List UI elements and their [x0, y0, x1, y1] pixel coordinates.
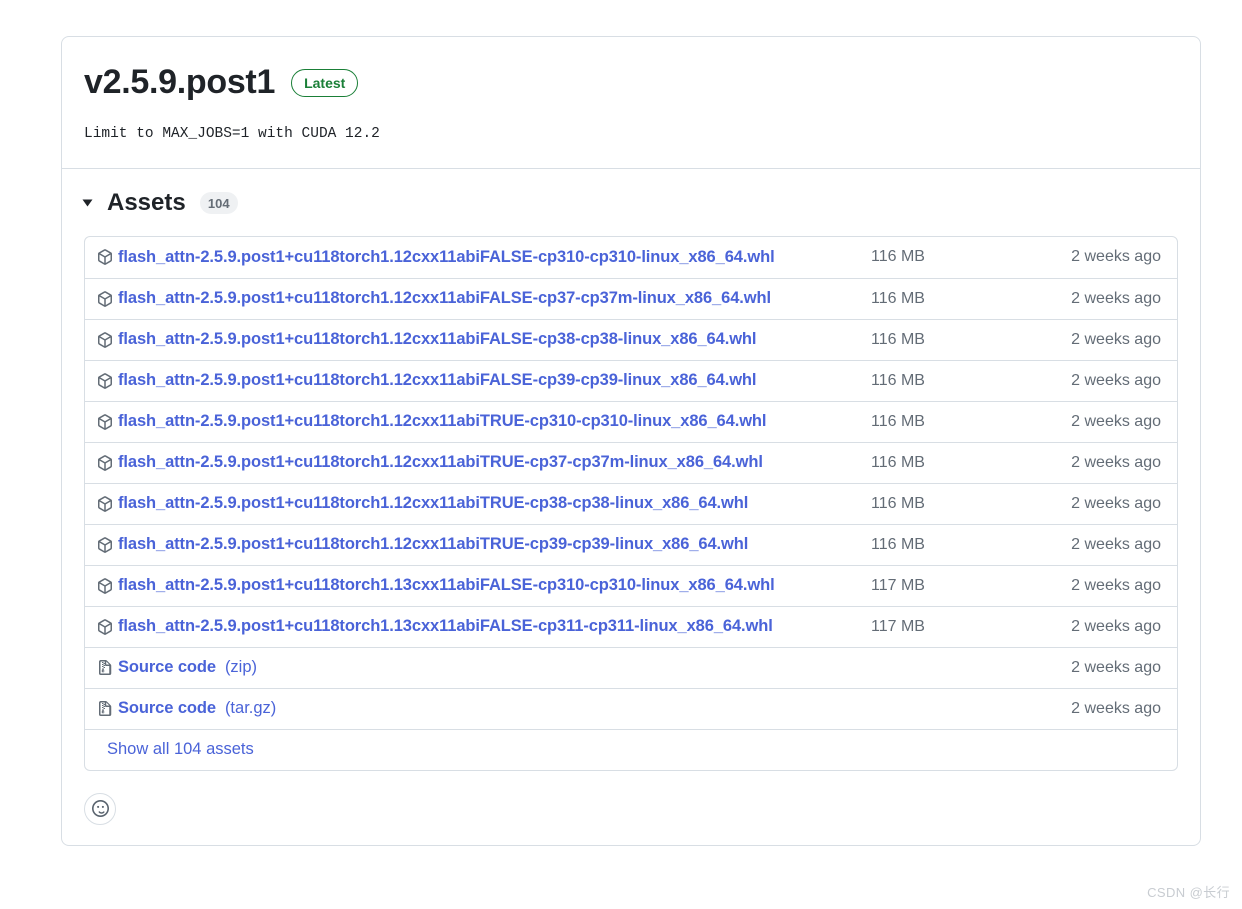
asset-size: 116 MB: [871, 248, 925, 266]
asset-name-cell: flash_attn-2.5.9.post1+cu118torch1.13cxx…: [97, 617, 871, 636]
asset-name-link[interactable]: flash_attn-2.5.9.post1+cu118torch1.12cxx…: [118, 453, 763, 472]
add-reaction-button[interactable]: [84, 792, 116, 825]
show-all-assets-row[interactable]: Show all 104 assets: [85, 728, 1177, 770]
asset-date: 2 weeks ago: [1071, 330, 1161, 348]
asset-name-cell: flash_attn-2.5.9.post1+cu118torch1.12cxx…: [97, 412, 871, 431]
asset-name-cell: flash_attn-2.5.9.post1+cu118torch1.13cxx…: [97, 576, 871, 595]
assets-title: Assets: [107, 188, 186, 216]
asset-size: 116 MB: [871, 289, 925, 307]
package-icon: [97, 372, 113, 389]
asset-size: 117 MB: [871, 617, 925, 635]
asset-name-cell: flash_attn-2.5.9.post1+cu118torch1.12cxx…: [97, 535, 871, 554]
asset-row[interactable]: flash_attn-2.5.9.post1+cu118torch1.12cxx…: [85, 441, 1177, 483]
assets-count-badge: 104: [199, 192, 238, 215]
asset-date: 2 weeks ago: [1071, 248, 1161, 266]
asset-date: 2 weeks ago: [1071, 453, 1161, 471]
asset-row[interactable]: flash_attn-2.5.9.post1+cu118torch1.12cxx…: [85, 482, 1177, 524]
package-icon: [97, 536, 113, 553]
asset-size: 116 MB: [871, 453, 925, 471]
asset-row[interactable]: Source code (tar.gz) 2 weeks ago: [85, 687, 1177, 729]
show-all-assets-link[interactable]: Show all 104 assets: [107, 740, 254, 759]
reactions-bar: [62, 792, 1200, 845]
asset-date: 2 weeks ago: [1071, 494, 1161, 512]
file-zip-icon: [97, 659, 113, 676]
asset-format-label: (zip): [224, 658, 258, 677]
asset-name-cell: Source code (zip): [97, 658, 871, 677]
package-icon: [97, 331, 113, 348]
release-title-row: v2.5.9.post1 Latest: [84, 63, 1178, 102]
package-icon: [97, 495, 113, 512]
asset-format-label: (tar.gz): [224, 699, 277, 718]
assets-section: Assets 104 flash_attn-2.5.9.post1+cu118t…: [62, 169, 1200, 793]
asset-row[interactable]: flash_attn-2.5.9.post1+cu118torch1.12cxx…: [85, 237, 1177, 278]
asset-name-link[interactable]: flash_attn-2.5.9.post1+cu118torch1.12cxx…: [118, 289, 771, 308]
asset-name-cell: flash_attn-2.5.9.post1+cu118torch1.12cxx…: [97, 494, 871, 513]
package-icon: [97, 454, 113, 471]
asset-date: 2 weeks ago: [1071, 371, 1161, 389]
asset-size: 116 MB: [871, 412, 925, 430]
asset-name-cell: flash_attn-2.5.9.post1+cu118torch1.12cxx…: [97, 330, 871, 349]
release-card: v2.5.9.post1 Latest Limit to MAX_JOBS=1 …: [61, 36, 1201, 846]
asset-row[interactable]: flash_attn-2.5.9.post1+cu118torch1.12cxx…: [85, 523, 1177, 565]
asset-name-link[interactable]: flash_attn-2.5.9.post1+cu118torch1.12cxx…: [118, 371, 757, 390]
release-title: v2.5.9.post1: [84, 63, 276, 101]
asset-name-cell: Source code (tar.gz): [97, 699, 871, 718]
package-icon: [97, 577, 113, 594]
assets-list: flash_attn-2.5.9.post1+cu118torch1.12cxx…: [84, 235, 1178, 771]
asset-size: 116 MB: [871, 535, 925, 553]
package-icon: [97, 249, 113, 265]
asset-date: 2 weeks ago: [1071, 699, 1161, 717]
asset-name-cell: flash_attn-2.5.9.post1+cu118torch1.12cxx…: [97, 289, 871, 308]
asset-row[interactable]: flash_attn-2.5.9.post1+cu118torch1.12cxx…: [85, 400, 1177, 442]
asset-date: 2 weeks ago: [1071, 412, 1161, 430]
asset-name-link[interactable]: flash_attn-2.5.9.post1+cu118torch1.12cxx…: [118, 330, 757, 349]
asset-name-cell: flash_attn-2.5.9.post1+cu118torch1.12cxx…: [97, 248, 871, 267]
asset-size: 116 MB: [871, 330, 925, 348]
asset-row[interactable]: flash_attn-2.5.9.post1+cu118torch1.12cxx…: [85, 318, 1177, 360]
asset-size: 116 MB: [871, 494, 925, 512]
asset-name-link[interactable]: flash_attn-2.5.9.post1+cu118torch1.12cxx…: [118, 412, 766, 431]
latest-badge: Latest: [291, 68, 359, 97]
asset-row[interactable]: flash_attn-2.5.9.post1+cu118torch1.13cxx…: [85, 564, 1177, 606]
asset-name-link[interactable]: flash_attn-2.5.9.post1+cu118torch1.12cxx…: [118, 494, 748, 513]
asset-name-link[interactable]: flash_attn-2.5.9.post1+cu118torch1.12cxx…: [118, 248, 775, 267]
asset-date: 2 weeks ago: [1071, 617, 1161, 635]
asset-name-cell: flash_attn-2.5.9.post1+cu118torch1.12cxx…: [97, 453, 871, 472]
asset-row[interactable]: flash_attn-2.5.9.post1+cu118torch1.12cxx…: [85, 359, 1177, 401]
asset-date: 2 weeks ago: [1071, 535, 1161, 553]
asset-name-link[interactable]: flash_attn-2.5.9.post1+cu118torch1.13cxx…: [118, 576, 775, 595]
asset-date: 2 weeks ago: [1071, 576, 1161, 594]
watermark: CSDN @长行: [1147, 885, 1230, 900]
asset-size: 116 MB: [871, 371, 925, 389]
asset-name-link[interactable]: Source code: [118, 699, 216, 718]
package-icon: [97, 413, 113, 430]
package-icon: [97, 290, 113, 307]
asset-date: 2 weeks ago: [1071, 658, 1161, 676]
asset-name-link[interactable]: Source code: [118, 658, 216, 677]
asset-name-link[interactable]: flash_attn-2.5.9.post1+cu118torch1.12cxx…: [118, 535, 748, 554]
asset-row[interactable]: flash_attn-2.5.9.post1+cu118torch1.12cxx…: [85, 277, 1177, 319]
package-icon: [97, 618, 113, 635]
triangle-down-icon[interactable]: [82, 199, 93, 207]
assets-heading[interactable]: Assets 104: [82, 188, 1178, 218]
asset-name-cell: flash_attn-2.5.9.post1+cu118torch1.12cxx…: [97, 371, 871, 390]
asset-row[interactable]: flash_attn-2.5.9.post1+cu118torch1.13cxx…: [85, 605, 1177, 647]
smiley-icon: [91, 800, 109, 818]
asset-date: 2 weeks ago: [1071, 289, 1161, 307]
release-header: v2.5.9.post1 Latest Limit to MAX_JOBS=1 …: [62, 37, 1200, 169]
file-zip-icon: [97, 700, 113, 717]
asset-name-link[interactable]: flash_attn-2.5.9.post1+cu118torch1.13cxx…: [118, 617, 773, 636]
release-notes-body: Limit to MAX_JOBS=1 with CUDA 12.2: [84, 126, 380, 143]
release-page: v2.5.9.post1 Latest Limit to MAX_JOBS=1 …: [0, 0, 1242, 909]
asset-row[interactable]: Source code (zip) 2 weeks ago: [85, 646, 1177, 688]
asset-size: 117 MB: [871, 576, 925, 594]
